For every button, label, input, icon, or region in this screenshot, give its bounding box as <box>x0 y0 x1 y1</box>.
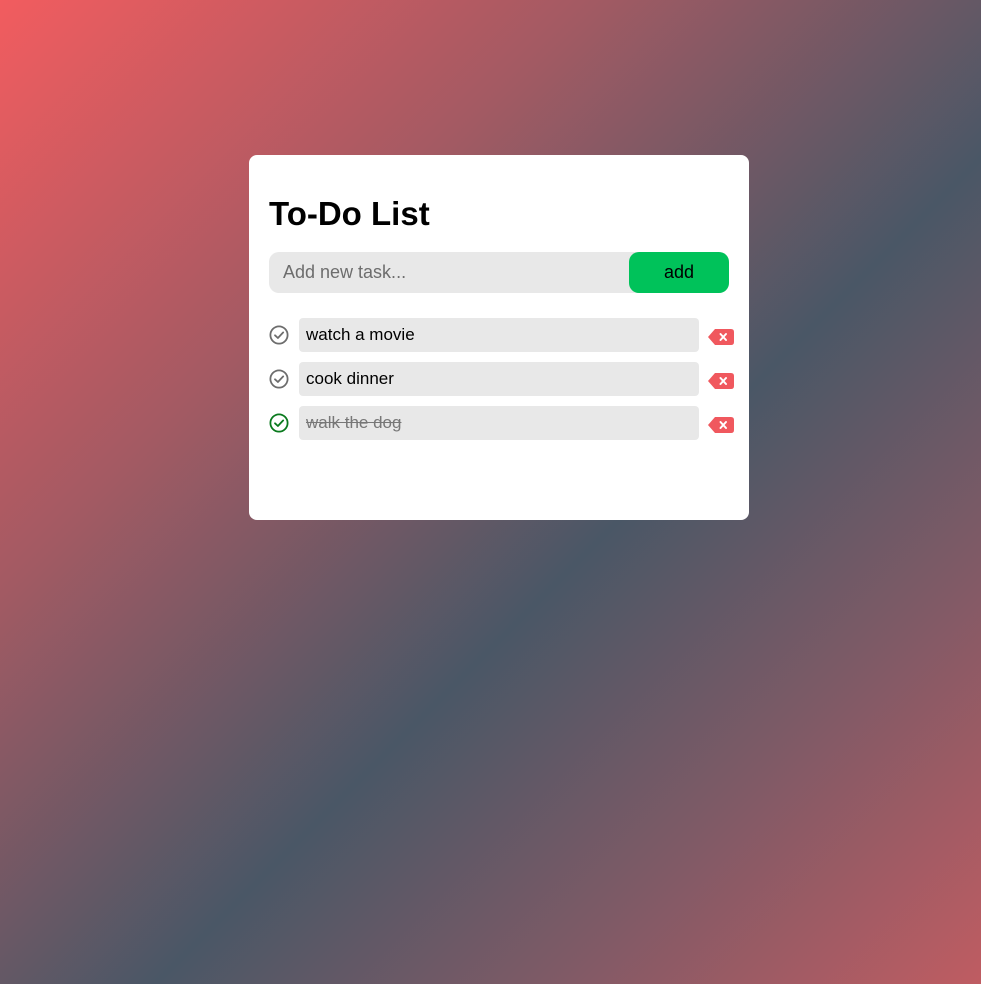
new-task-input[interactable] <box>269 252 629 293</box>
check-circle-icon[interactable] <box>269 369 289 389</box>
backspace-delete-icon[interactable] <box>708 417 734 433</box>
task-item: watch a movie <box>269 318 739 352</box>
backspace-delete-icon[interactable] <box>708 329 734 345</box>
task-list: watch a movie cook dinner walk the dog <box>269 318 739 450</box>
check-circle-icon[interactable] <box>269 413 289 433</box>
task-item: cook dinner <box>269 362 739 396</box>
add-task-bar: add <box>269 252 729 293</box>
task-text[interactable]: walk the dog <box>299 406 699 440</box>
page-title: To-Do List <box>269 195 430 232</box>
todo-card: To-Do List add watch a movie cook dinner <box>249 155 749 520</box>
add-task-button[interactable]: add <box>629 252 729 293</box>
backspace-delete-icon[interactable] <box>708 373 734 389</box>
task-text[interactable]: watch a movie <box>299 318 699 352</box>
task-text[interactable]: cook dinner <box>299 362 699 396</box>
task-item-completed: walk the dog <box>269 406 739 440</box>
check-circle-icon[interactable] <box>269 325 289 345</box>
